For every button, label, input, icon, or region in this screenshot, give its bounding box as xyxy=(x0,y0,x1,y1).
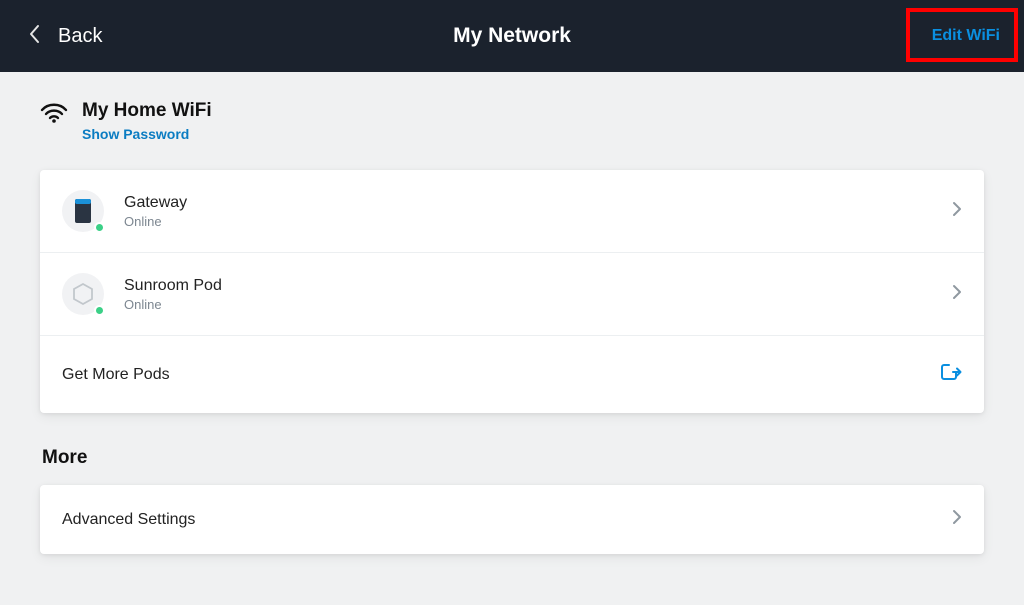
status-online-dot xyxy=(94,305,105,316)
page-title: My Network xyxy=(453,24,571,48)
status-online-dot xyxy=(94,222,105,233)
external-link-icon xyxy=(940,362,962,387)
devices-card: Gateway Online Sunroom Pod Online xyxy=(40,170,984,413)
back-button[interactable]: Back xyxy=(28,24,102,49)
show-password-link[interactable]: Show Password xyxy=(82,126,212,142)
chevron-left-icon xyxy=(28,24,40,49)
get-more-pods-link[interactable]: Get More Pods xyxy=(40,336,984,413)
more-section-title: More xyxy=(42,447,984,469)
device-avatar xyxy=(62,273,104,315)
device-avatar xyxy=(62,190,104,232)
gateway-icon xyxy=(73,198,93,224)
get-more-pods-label: Get More Pods xyxy=(62,366,170,384)
more-card: Advanced Settings xyxy=(40,485,984,554)
device-row-pod[interactable]: Sunroom Pod Online xyxy=(40,253,984,336)
device-status: Online xyxy=(124,214,952,229)
advanced-settings-row[interactable]: Advanced Settings xyxy=(40,485,984,554)
chevron-right-icon xyxy=(952,284,962,305)
main-content: My Home WiFi Show Password Gateway Onlin… xyxy=(0,72,1024,554)
edit-wifi-button[interactable]: Edit WiFi xyxy=(932,27,1000,45)
wifi-name: My Home WiFi xyxy=(82,100,212,122)
device-name: Sunroom Pod xyxy=(124,277,952,295)
app-header: Back My Network Edit WiFi xyxy=(0,0,1024,72)
wifi-icon xyxy=(40,102,68,129)
advanced-settings-label: Advanced Settings xyxy=(62,511,195,529)
back-label: Back xyxy=(58,25,102,48)
chevron-right-icon xyxy=(952,201,962,222)
device-status: Online xyxy=(124,297,952,312)
device-name: Gateway xyxy=(124,194,952,212)
device-row-gateway[interactable]: Gateway Online xyxy=(40,170,984,253)
chevron-right-icon xyxy=(952,509,962,530)
wifi-header: My Home WiFi Show Password xyxy=(40,100,984,142)
pod-icon xyxy=(71,282,95,306)
